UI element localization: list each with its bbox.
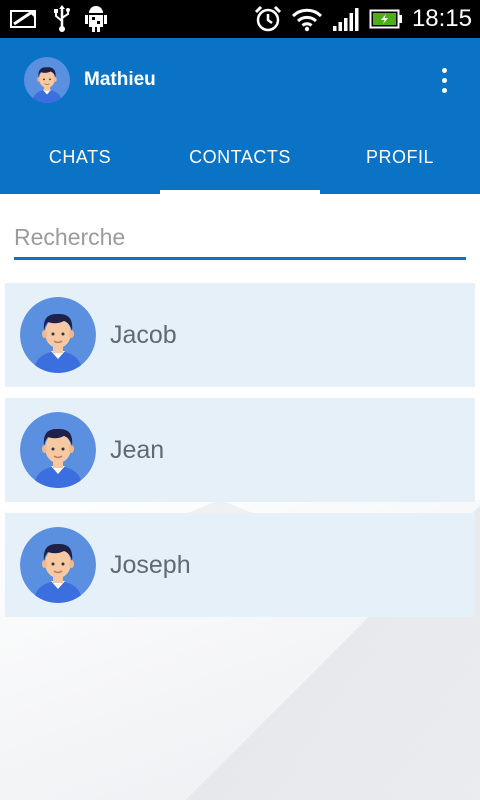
overflow-menu-icon[interactable] (432, 60, 456, 100)
alarm-icon (254, 5, 282, 33)
message-icon (8, 6, 40, 32)
toolbar: Mathieu (0, 38, 480, 122)
app-bar: Mathieu CHATS CONTACTS PROFIL (0, 38, 480, 194)
tab-profil[interactable]: PROFIL (320, 122, 480, 194)
android-debug-icon (84, 5, 108, 33)
tab-chats[interactable]: CHATS (0, 122, 160, 194)
usb-icon (52, 5, 72, 33)
wifi-icon (291, 6, 323, 32)
toolbar-title: Mathieu (84, 69, 156, 90)
status-time: 18:15 (411, 5, 472, 32)
tab-bar: CHATS CONTACTS PROFIL (0, 122, 480, 194)
contact-list: Jacob Jean Joseph (5, 283, 475, 628)
contact-avatar-icon (20, 412, 96, 488)
user-avatar-icon[interactable] (24, 57, 70, 103)
contact-avatar-icon (20, 527, 96, 603)
search-input[interactable] (14, 218, 466, 256)
status-right-icons: 18:15 (254, 5, 472, 33)
status-left-icons (8, 5, 108, 33)
contact-name: Jacob (110, 320, 177, 349)
tab-contacts[interactable]: CONTACTS (160, 122, 320, 194)
status-bar: 18:15 (0, 0, 480, 38)
search-field (14, 218, 466, 260)
contact-name: Joseph (110, 550, 191, 579)
contact-item-jean[interactable]: Jean (5, 398, 475, 502)
battery-charging-icon (369, 8, 403, 30)
contact-name: Jean (110, 435, 165, 464)
contact-item-jacob[interactable]: Jacob (5, 283, 475, 387)
signal-icon (332, 6, 360, 32)
contact-avatar-icon (20, 297, 96, 373)
contact-item-joseph[interactable]: Joseph (5, 513, 475, 617)
